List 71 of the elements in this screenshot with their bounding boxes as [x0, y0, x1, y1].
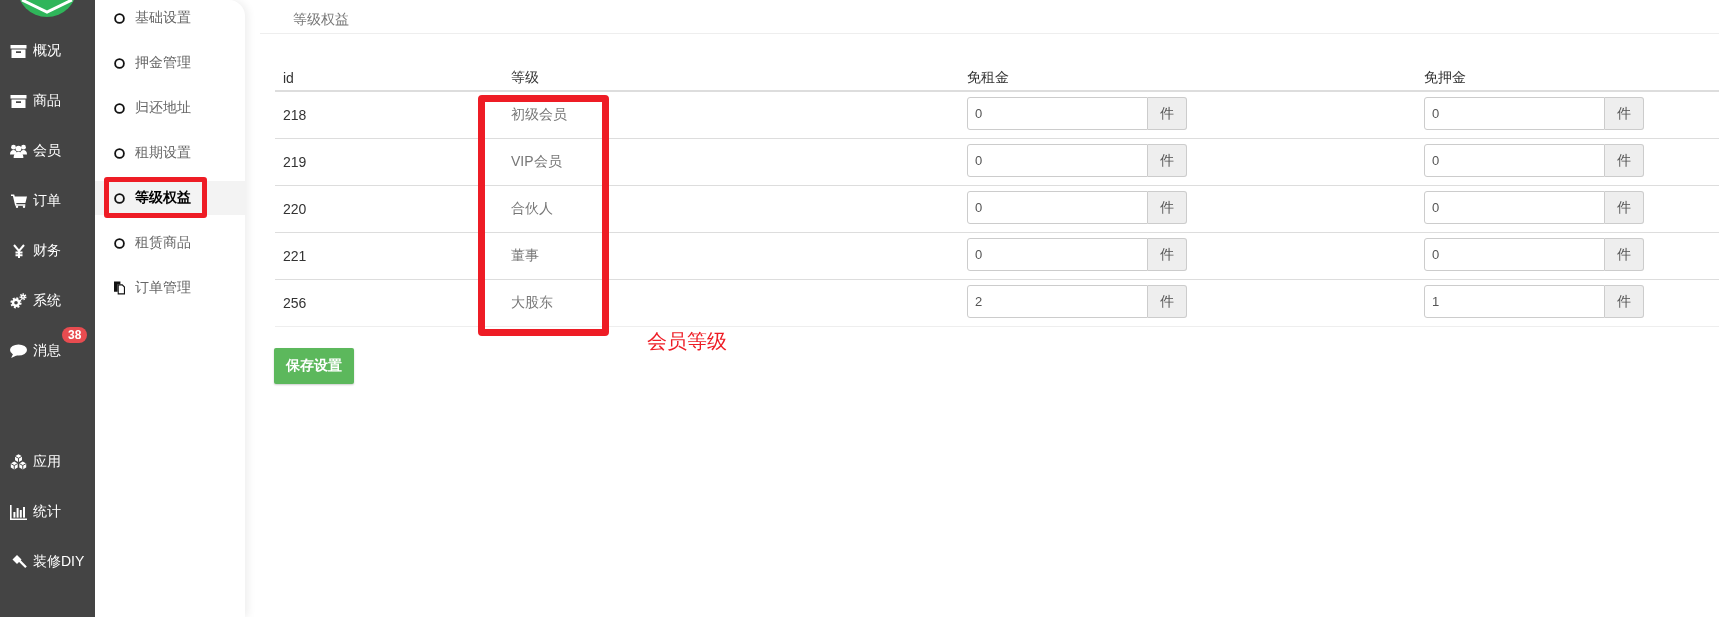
- column-header: 免租金: [967, 69, 1009, 87]
- sub-nav-item[interactable]: 租期设置: [95, 136, 245, 170]
- nav-item[interactable]: 商品: [0, 76, 95, 126]
- unit-addon: 件: [1605, 191, 1644, 224]
- gavel-icon: [10, 554, 27, 570]
- column-header: 免押金: [1424, 69, 1466, 87]
- table-cell: 219: [283, 154, 307, 170]
- notification-badge: 38: [62, 327, 88, 343]
- nav-item[interactable]: 财务: [0, 226, 95, 276]
- yen-icon: [12, 244, 25, 258]
- unit-addon: 件: [1148, 144, 1187, 177]
- table-cell: 256: [283, 295, 307, 311]
- column-header: id: [283, 70, 294, 86]
- circle-icon: [114, 237, 125, 249]
- input-field[interactable]: 0: [967, 238, 1148, 271]
- unit-addon: 件: [1605, 144, 1644, 177]
- input-field[interactable]: 0: [967, 97, 1148, 130]
- input-field[interactable]: 1: [1424, 285, 1605, 318]
- circle-icon: [114, 57, 125, 69]
- logo: [17, 0, 77, 17]
- table-cell: 218: [283, 107, 307, 123]
- sub-nav-item[interactable]: 租赁商品: [95, 226, 245, 260]
- table-cell: 初级会员: [511, 106, 567, 124]
- table-cell: VIP会员: [511, 153, 562, 171]
- unit-addon: 件: [1605, 238, 1644, 271]
- input-field[interactable]: 2: [967, 285, 1148, 318]
- users-icon: [10, 144, 27, 158]
- nav-item[interactable]: 应用: [0, 437, 95, 487]
- files-icon: [114, 281, 125, 295]
- nav-item[interactable]: 订单: [0, 176, 95, 226]
- gears-icon: [10, 293, 27, 309]
- page-title: 等级权益: [293, 11, 349, 29]
- circle-icon: [114, 12, 125, 24]
- column-header: 等级: [511, 69, 539, 87]
- sub-nav-item[interactable]: 订单管理: [95, 271, 245, 305]
- speech-bubble-icon: [10, 344, 27, 358]
- unit-addon: 件: [1148, 97, 1187, 130]
- circle-icon: [114, 147, 125, 159]
- circle-icon: [114, 102, 125, 114]
- input-field[interactable]: 0: [967, 144, 1148, 177]
- nav-item[interactable]: 概况: [0, 26, 95, 76]
- input-field[interactable]: 0: [967, 191, 1148, 224]
- cart-icon: [10, 194, 27, 208]
- nav-item[interactable]: 统计: [0, 487, 95, 537]
- cubes-icon: [10, 454, 27, 470]
- sub-nav-item[interactable]: 押金管理: [95, 46, 245, 80]
- input-field[interactable]: 0: [1424, 97, 1605, 130]
- unit-addon: 件: [1605, 97, 1644, 130]
- archive-box-icon: [10, 94, 27, 108]
- nav-item[interactable]: 装修DIY: [0, 537, 95, 587]
- bar-chart-icon: [10, 504, 27, 520]
- nav-item[interactable]: 消息 38: [0, 326, 95, 376]
- unit-addon: 件: [1605, 285, 1644, 318]
- unit-addon: 件: [1148, 191, 1187, 224]
- annotation-label: 会员等级: [647, 330, 727, 353]
- input-field[interactable]: 0: [1424, 191, 1605, 224]
- table-cell: 合伙人: [511, 200, 553, 218]
- unit-addon: 件: [1148, 285, 1187, 318]
- sub-nav-item[interactable]: 基础设置: [95, 1, 245, 35]
- nav-item[interactable]: 会员: [0, 126, 95, 176]
- archive-box-icon: [10, 44, 27, 58]
- unit-addon: 件: [1148, 238, 1187, 271]
- nav-item[interactable]: 系统: [0, 276, 95, 326]
- table-cell: 董事: [511, 247, 539, 265]
- input-field[interactable]: 0: [1424, 238, 1605, 271]
- input-field[interactable]: 0: [1424, 144, 1605, 177]
- table-cell: 大股东: [511, 294, 553, 312]
- circle-icon: [114, 192, 125, 204]
- table-cell: 221: [283, 248, 307, 264]
- sub-nav-item[interactable]: 归还地址: [95, 91, 245, 125]
- table-cell: 220: [283, 201, 307, 217]
